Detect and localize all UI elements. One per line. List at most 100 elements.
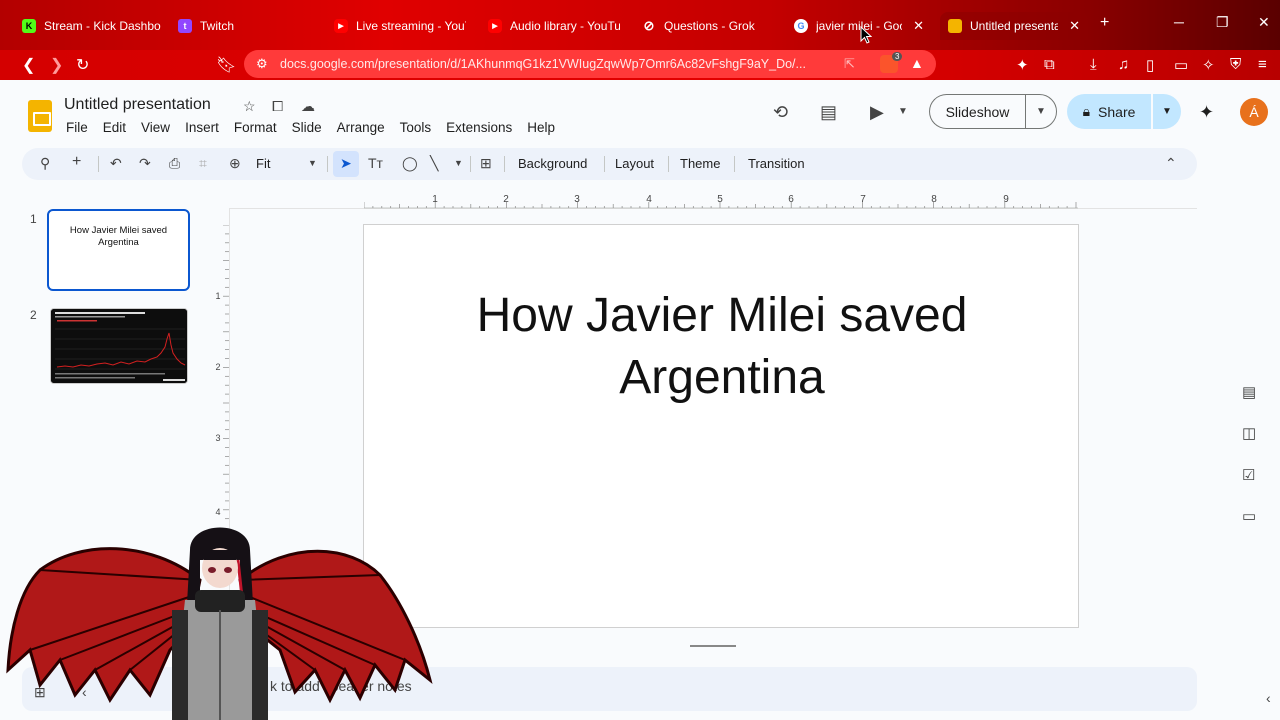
slide-title-line: How Javier Milei saved	[476, 289, 968, 342]
collapse-toolbar-icon[interactable]: ⌃	[1165, 155, 1177, 172]
sidebar-icon[interactable]: ▯	[1146, 56, 1154, 74]
add-comment-icon[interactable]: ⊞	[480, 155, 492, 172]
gemini-icon[interactable]: ✦	[1199, 102, 1214, 123]
youtube-icon: ▶	[488, 19, 502, 33]
menu-file[interactable]: File	[66, 120, 88, 135]
zoom-icon[interactable]: ⊕	[229, 155, 241, 172]
speaker-notes-panel[interactable]	[22, 667, 1197, 711]
collapse-filmstrip-icon[interactable]: ‹	[82, 684, 87, 700]
cloud-saved-icon: ☁	[301, 98, 315, 114]
notes-resize-handle[interactable]	[690, 645, 736, 647]
media-icon[interactable]: ♫	[1118, 56, 1129, 73]
slide-title-text[interactable]: How Javier Milei saved Argentina	[364, 285, 1080, 409]
menu-tools[interactable]: Tools	[400, 120, 432, 135]
avatar[interactable]: Á	[1240, 98, 1268, 126]
menu-view[interactable]: View	[141, 120, 170, 135]
share-button[interactable]: 🔒︎ Share	[1067, 94, 1151, 129]
menu-slide[interactable]: Slide	[292, 120, 322, 135]
editing-toolbar: ⚲ + ↶ ↷ ⎙ ⌗ ⊕ Fit ▼ ➤ Tт ◯ ╲ ▼ ⊞ Backgro…	[22, 148, 1197, 180]
slide-canvas[interactable]: How Javier Milei saved Argentina	[363, 224, 1079, 628]
screenshot-icon[interactable]: ⧉	[1044, 56, 1055, 73]
forward-icon[interactable]: ❯	[50, 55, 63, 75]
theme-button[interactable]: Theme	[680, 156, 720, 171]
twitch-icon: t	[178, 19, 192, 33]
vpn-icon[interactable]: ⛨	[1230, 56, 1241, 73]
version-history-icon[interactable]: ⟲	[773, 102, 788, 123]
menu-format[interactable]: Format	[234, 120, 277, 135]
grid-view-icon[interactable]: ⊞	[34, 684, 46, 701]
extensions-icon[interactable]: ✦	[1016, 56, 1029, 74]
restore-icon[interactable]: ❐	[1216, 14, 1229, 31]
tab-twitch[interactable]: t Twitch	[170, 12, 320, 40]
slide-thumbnail-1[interactable]: How Javier Milei saved Argentina	[47, 209, 190, 291]
search-menus-icon[interactable]: ⚲	[40, 155, 50, 172]
shape-icon[interactable]: ◯	[402, 155, 418, 172]
comments-icon[interactable]: ▤	[820, 102, 837, 123]
speaker-notes-placeholder[interactable]: k to add speaker notes	[270, 678, 412, 694]
tab-kick[interactable]: K Stream - Kick Dashbo	[14, 12, 164, 40]
close-window-icon[interactable]: ✕	[1258, 14, 1270, 31]
transition-button[interactable]: Transition	[748, 156, 805, 171]
new-slide-icon[interactable]: +	[72, 153, 81, 171]
download-icon[interactable]: ⤓	[1090, 56, 1097, 73]
move-folder-icon[interactable]: ⧠	[272, 98, 283, 115]
thumbnail-chart-image	[51, 309, 187, 383]
menu-help[interactable]: Help	[527, 120, 555, 135]
ruler-mark: 9	[1003, 194, 1009, 205]
wallet-icon[interactable]: ▭	[1174, 56, 1188, 74]
close-tab-icon[interactable]: ✕	[913, 18, 924, 34]
keep-icon[interactable]: ◫	[1242, 424, 1256, 442]
chevron-down-icon[interactable]: ▼	[454, 158, 463, 168]
slides-logo-icon[interactable]	[28, 100, 52, 132]
new-tab-icon[interactable]: +	[1100, 14, 1109, 32]
close-tab-icon[interactable]: ✕	[1069, 18, 1080, 34]
calendar-icon[interactable]: ▤	[1242, 383, 1256, 401]
chevron-down-icon[interactable]: ▼	[308, 158, 317, 168]
background-button[interactable]: Background	[518, 156, 587, 171]
toolbar-divider	[668, 156, 669, 172]
toolbar-divider	[604, 156, 605, 172]
brave-rewards-icon[interactable]: ▲	[910, 55, 924, 71]
share-options-button[interactable]: ▼	[1153, 94, 1181, 129]
undo-icon[interactable]: ↶	[110, 155, 122, 172]
browser-menu-icon[interactable]: ≡	[1258, 56, 1267, 73]
redo-icon[interactable]: ↷	[139, 155, 151, 172]
menu-edit[interactable]: Edit	[103, 120, 126, 135]
site-info-icon[interactable]: ⚙	[256, 56, 268, 72]
back-icon[interactable]: ❮	[22, 55, 35, 75]
slide-thumbnail-2[interactable]	[50, 308, 188, 384]
document-title[interactable]: Untitled presentation	[64, 96, 211, 114]
leo-icon[interactable]: ✧	[1202, 56, 1215, 74]
share-url-icon[interactable]: ⇱	[844, 56, 855, 72]
tab-grok[interactable]: ⊘ Questions - Grok	[634, 12, 774, 40]
vertical-ruler[interactable]: 1 2 3 4	[213, 225, 229, 525]
slideshow-options-button[interactable]: ▼	[1025, 94, 1057, 129]
ruler-mark: 7	[860, 194, 866, 205]
menu-insert[interactable]: Insert	[185, 120, 219, 135]
menu-extensions[interactable]: Extensions	[446, 120, 512, 135]
folder-icon[interactable]: ▭	[1242, 507, 1256, 525]
layout-button[interactable]: Layout	[615, 156, 654, 171]
zoom-select[interactable]: Fit	[256, 156, 270, 171]
bookmark-icon[interactable]: 🔖︎	[216, 55, 236, 75]
tasks-icon[interactable]: ☑	[1242, 466, 1255, 484]
tab-youtube-audio[interactable]: ▶ Audio library - YouTu	[480, 12, 620, 40]
slideshow-button[interactable]: Slideshow	[929, 94, 1025, 129]
menu-arrange[interactable]: Arrange	[337, 120, 385, 135]
tab-slides[interactable]: Untitled presenta ✕	[940, 12, 1088, 40]
tab-youtube-live[interactable]: ▶ Live streaming - YouT	[326, 12, 466, 40]
chevron-down-icon[interactable]: ▼	[898, 106, 908, 117]
horizontal-ruler[interactable]: 1 2 3 4 5 6 7 8 9	[364, 193, 1078, 209]
text-box-icon[interactable]: Tт	[368, 155, 383, 171]
print-icon[interactable]: ⎙	[169, 155, 180, 172]
minimize-icon[interactable]: ─	[1174, 14, 1184, 30]
star-icon[interactable]: ☆	[243, 98, 256, 115]
line-icon[interactable]: ╲	[430, 155, 438, 172]
tab-google-search[interactable]: G javier milei - Goo ✕	[786, 12, 932, 40]
paint-format-icon[interactable]: ⌗	[199, 155, 207, 172]
expand-side-panel-icon[interactable]: ‹	[1266, 690, 1271, 706]
address-bar[interactable]: ⚙ docs.google.com/presentation/d/1AKhunm…	[244, 50, 936, 78]
reload-icon[interactable]: ↻	[76, 55, 89, 75]
meet-icon[interactable]: ▶︎	[870, 102, 884, 123]
thumbnail-title: How Javier Milei saved Argentina	[69, 225, 168, 248]
